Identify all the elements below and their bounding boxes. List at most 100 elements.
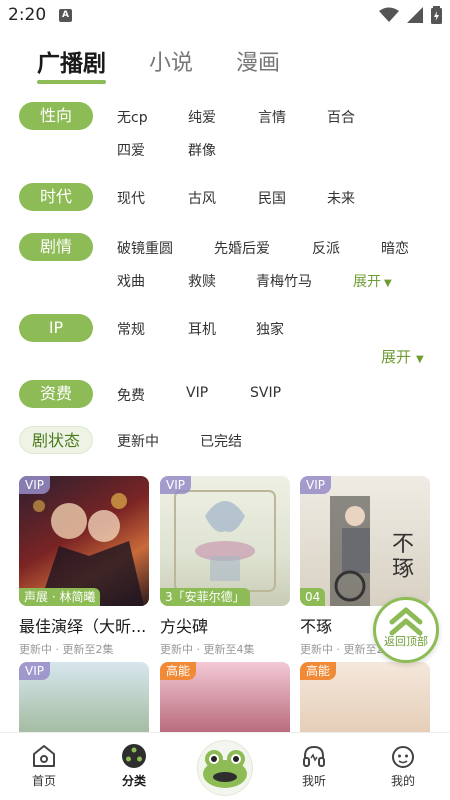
filter-option[interactable]: 无cp xyxy=(117,107,148,127)
cover-image: VIP 3「安菲尔德」 xyxy=(160,476,290,606)
filter-option[interactable]: 破镜重圆 xyxy=(117,238,173,258)
filter-option[interactable]: 戏曲 xyxy=(117,271,145,291)
headphones-icon xyxy=(303,745,325,767)
frog-icon xyxy=(203,750,247,788)
filter-option[interactable]: 未来 xyxy=(327,188,355,208)
cover-image: 高能 xyxy=(300,662,430,732)
vip-badge: VIP xyxy=(19,476,50,494)
cover-image: VIP 声展 · 林简曦 xyxy=(19,476,149,606)
drama-card[interactable]: 高能 xyxy=(300,662,430,732)
notification-a-icon: A xyxy=(59,9,72,22)
filter-option[interactable]: 反派 xyxy=(312,238,340,258)
hot-badge: 高能 xyxy=(300,662,337,680)
caret-down-icon: ▼ xyxy=(384,278,392,289)
filter-label-era: 时代 xyxy=(19,183,93,211)
filter-option[interactable]: 免费 xyxy=(117,385,145,405)
tab-novel[interactable]: 小说 xyxy=(149,48,193,80)
card-title: 最佳演绎（大昕... xyxy=(19,617,147,636)
filter-option[interactable]: 现代 xyxy=(117,188,145,208)
caret-down-icon: ▼ xyxy=(416,354,424,365)
tab-comic[interactable]: 漫画 xyxy=(236,48,280,80)
filter-option[interactable]: 耳机 xyxy=(188,319,216,339)
back-to-top-label: 返回顶部 xyxy=(384,635,428,648)
filter-label-orientation: 性向 xyxy=(19,102,93,130)
nav-category[interactable]: 分类 xyxy=(104,743,164,789)
plot-expand-label: 展开 xyxy=(353,274,381,290)
filter-label-state: 剧状态 xyxy=(19,426,93,454)
vip-badge: VIP xyxy=(160,476,191,494)
filter-label-ip: IP xyxy=(19,314,93,342)
top-tabs: 广播剧 小说 漫画 xyxy=(37,48,323,84)
card-subtitle: 更新中 · 更新至2集 xyxy=(19,643,114,656)
status-bar: 2:20 A xyxy=(0,0,450,32)
svg-text:琢: 琢 xyxy=(392,557,414,582)
nav-listen-label: 我听 xyxy=(301,774,326,788)
cover-tag: 声展 · 林简曦 xyxy=(19,588,101,606)
hot-badge: 高能 xyxy=(160,662,197,680)
nav-home-label: 首页 xyxy=(31,774,56,788)
drama-card[interactable]: VIP 3「安菲尔德」 方尖碑 更新中 · 更新至4集 xyxy=(160,476,290,657)
double-chevron-up-icon xyxy=(389,607,423,636)
card-subtitle: 更新中 · 更新至4集 xyxy=(160,643,255,656)
drama-card[interactable]: VIP 声展 · 林简曦 最佳演绎（大昕... 更新中 · 更新至2集 xyxy=(19,476,149,657)
cover-image: VIP xyxy=(19,662,149,732)
filter-option[interactable]: 言情 xyxy=(258,107,286,127)
profile-icon xyxy=(392,746,414,768)
tab-radio-drama[interactable]: 广播剧 xyxy=(37,48,106,84)
filter-option[interactable]: 已完结 xyxy=(200,431,242,451)
battery-icon xyxy=(431,6,442,24)
filter-option[interactable]: 纯爱 xyxy=(188,107,216,127)
filter-option[interactable]: 暗恋 xyxy=(381,238,409,258)
filter-option[interactable]: SVIP xyxy=(250,385,281,401)
filter-option[interactable]: 救赎 xyxy=(188,271,216,291)
nav-mine[interactable]: 我的 xyxy=(373,743,433,789)
filter-label-fee: 资费 xyxy=(19,380,93,408)
filter-orientation: 性向 无cp 纯爱 言情 百合 四爱 群像 xyxy=(19,102,439,162)
nav-home[interactable]: 首页 xyxy=(14,743,74,789)
status-icons xyxy=(379,6,442,24)
filter-era: 时代 现代 古风 民国 未来 xyxy=(19,183,439,213)
cover-art xyxy=(174,490,276,592)
drama-card[interactable]: 高能 xyxy=(160,662,290,732)
vip-badge: VIP xyxy=(300,476,331,494)
filter-option[interactable]: 群像 xyxy=(188,140,216,160)
plot-expand-button[interactable]: 展开 ▼ xyxy=(353,271,392,291)
svg-text:不: 不 xyxy=(392,532,414,557)
filter-option[interactable]: 独家 xyxy=(256,319,284,339)
category-icon xyxy=(122,744,146,768)
cover-art xyxy=(33,493,144,606)
vip-badge: VIP xyxy=(19,662,50,680)
signal-icon xyxy=(407,7,423,23)
cover-art: 不 琢 xyxy=(330,496,414,606)
nav-category-label: 分类 xyxy=(121,774,146,788)
expand-all-label: 展开 xyxy=(381,348,412,366)
card-title: 方尖碑 xyxy=(160,617,209,636)
home-icon xyxy=(33,745,55,767)
filter-ip: IP 常规 耳机 独家 xyxy=(19,314,439,344)
drama-card[interactable]: VIP xyxy=(19,662,149,732)
filter-option[interactable]: 常规 xyxy=(117,319,145,339)
filter-option[interactable]: VIP xyxy=(186,385,208,401)
filter-option[interactable]: 先婚后爱 xyxy=(214,238,270,258)
nav-mine-label: 我的 xyxy=(390,774,415,788)
filter-fee: 资费 免费 VIP SVIP xyxy=(19,380,439,410)
nav-listen[interactable]: 我听 xyxy=(284,743,344,789)
filter-option[interactable]: 四爱 xyxy=(117,140,145,160)
cover-image: 不 琢 VIP 04 xyxy=(300,476,430,606)
filter-label-plot: 剧情 xyxy=(19,233,93,261)
cover-tag: 04 xyxy=(300,588,326,606)
back-to-top-button[interactable]: 返回顶部 xyxy=(373,597,439,663)
status-time: 2:20 xyxy=(8,5,47,25)
cover-tag: 3「安菲尔德」 xyxy=(160,588,250,606)
wifi-icon xyxy=(379,7,399,22)
filter-state: 剧状态 更新中 已完结 xyxy=(19,426,439,456)
filter-option[interactable]: 百合 xyxy=(327,107,355,127)
expand-all-button[interactable]: 展开 ▼ xyxy=(381,346,424,367)
cover-image: 高能 xyxy=(160,662,290,732)
filter-option[interactable]: 青梅竹马 xyxy=(256,271,312,291)
filter-option[interactable]: 民国 xyxy=(258,188,286,208)
frog-center-button[interactable] xyxy=(197,740,253,796)
filter-option[interactable]: 更新中 xyxy=(117,431,159,451)
filter-option[interactable]: 古风 xyxy=(188,188,216,208)
filter-plot: 剧情 破镜重圆 先婚后爱 反派 暗恋 戏曲 救赎 青梅竹马 展开 ▼ xyxy=(19,233,439,293)
